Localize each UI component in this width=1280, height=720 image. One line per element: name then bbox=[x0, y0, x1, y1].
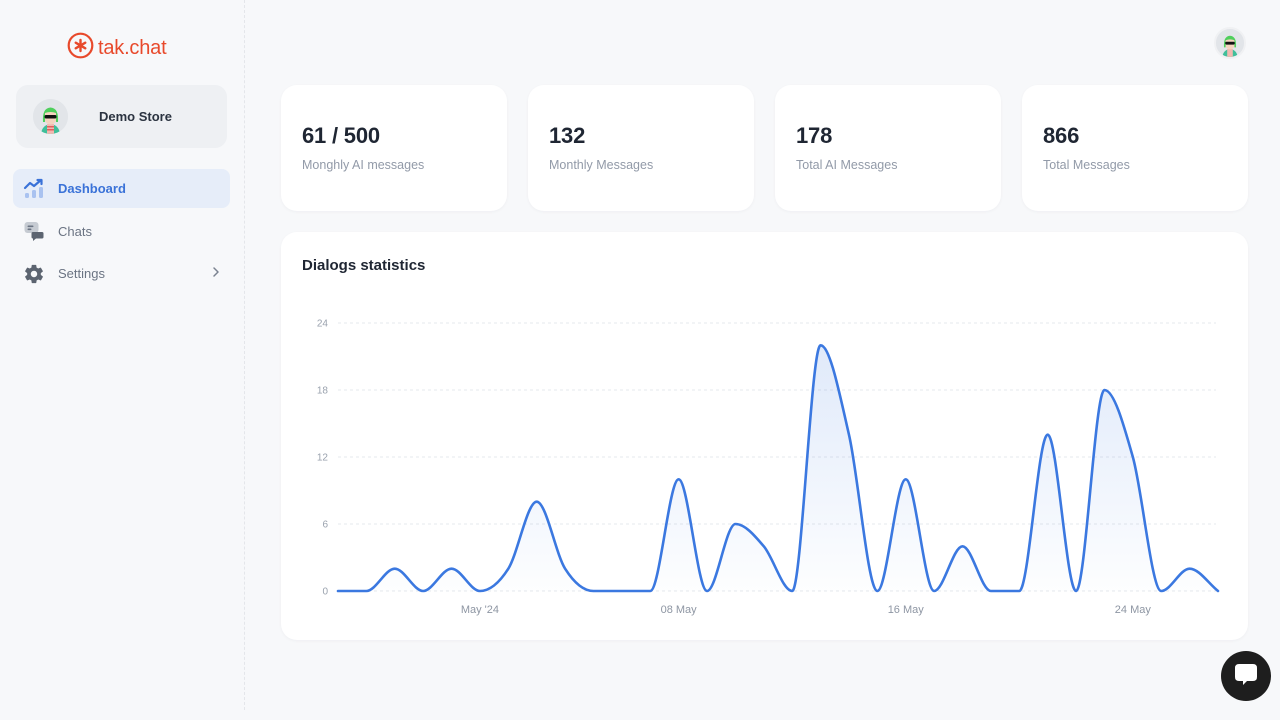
sidebar-item-dashboard[interactable]: Dashboard bbox=[13, 169, 230, 208]
data-point[interactable]: 29 Apr: 0 bbox=[420, 588, 426, 594]
sidebar-item-settings[interactable]: Settings bbox=[13, 254, 230, 293]
data-point[interactable]: 25 May: 0 bbox=[1158, 588, 1164, 594]
data-point[interactable]: 30 Apr: 2 bbox=[449, 566, 455, 572]
asterisk-circle-icon bbox=[67, 32, 94, 64]
data-point[interactable]: 03 May: 8 bbox=[534, 499, 540, 505]
x-tick-label: May '24 bbox=[461, 604, 499, 616]
data-point[interactable]: 23 May: 18 bbox=[1101, 387, 1107, 393]
chart-trend-icon bbox=[23, 178, 45, 200]
data-point[interactable]: 28 Apr: 2 bbox=[392, 566, 398, 572]
data-point[interactable]: 26 May: 2 bbox=[1187, 566, 1193, 572]
x-tick-label: 24 May bbox=[1115, 604, 1152, 616]
sidebar-nav: Dashboard Chats Settings bbox=[13, 169, 230, 297]
y-tick-label: 0 bbox=[322, 587, 328, 598]
y-tick-label: 6 bbox=[322, 520, 328, 531]
data-point[interactable]: 15 May: 0 bbox=[874, 588, 880, 594]
data-point[interactable]: 26 Apr: 0 bbox=[335, 588, 341, 594]
x-tick-label: 16 May bbox=[888, 604, 925, 616]
store-name: Demo Store bbox=[99, 109, 172, 124]
sidebar-item-label: Dashboard bbox=[58, 181, 126, 196]
dialogs-chart: 0 6 12 18 24 May '24 08 May 16 May 24 May 26 Ap… bbox=[317, 319, 1221, 616]
chart-title: Dialogs statistics bbox=[302, 257, 426, 274]
data-point[interactable]: 12 May: 0 bbox=[789, 588, 795, 594]
stat-value: 61 / 500 bbox=[302, 123, 380, 148]
y-tick-label: 18 bbox=[317, 386, 329, 397]
stat-card-monthly-messages: 132 Monthly Messages bbox=[528, 85, 754, 211]
data-point[interactable]: 11 May: 4 bbox=[761, 543, 767, 549]
series-area bbox=[338, 345, 1218, 591]
data-point[interactable]: 27 Apr: 0 bbox=[363, 588, 369, 594]
data-point[interactable]: 05 May: 0 bbox=[590, 588, 596, 594]
y-tick-label: 12 bbox=[317, 453, 329, 464]
dialogs-statistics-card: 0 6 12 18 24 May '24 08 May 16 May 24 May 26 Ap… bbox=[281, 232, 1248, 640]
data-point[interactable]: 09 May: 0 bbox=[704, 588, 710, 594]
data-point[interactable]: 08 May: 10 bbox=[676, 476, 682, 482]
data-point[interactable]: 20 May: 0 bbox=[1016, 588, 1022, 594]
data-point[interactable]: 22 May: 0 bbox=[1073, 588, 1079, 594]
data-point[interactable]: 10 May: 6 bbox=[732, 521, 738, 527]
stat-label: Total AI Messages bbox=[796, 158, 898, 172]
chevron-right-icon bbox=[212, 266, 220, 281]
sidebar-item-chats[interactable]: Chats bbox=[13, 212, 230, 251]
x-tick-label: 08 May bbox=[661, 604, 698, 616]
data-point[interactable]: 04 May: 2 bbox=[562, 566, 568, 572]
data-point[interactable]: 01 May: 0 bbox=[477, 588, 483, 594]
data-point[interactable]: 07 May: 0 bbox=[647, 588, 653, 594]
data-point[interactable]: 27 May: 0 bbox=[1215, 588, 1221, 594]
chat-widget-button[interactable] bbox=[1221, 651, 1271, 701]
gear-icon bbox=[23, 263, 45, 285]
stat-card-monthly-ai-messages: 61 / 500 Monghly AI messages bbox=[281, 85, 507, 211]
chat-bubble-icon bbox=[1233, 661, 1259, 692]
y-tick-label: 24 bbox=[317, 319, 329, 330]
brand-name: tak.chat bbox=[98, 36, 167, 59]
stat-value: 132 bbox=[549, 123, 586, 148]
data-point[interactable]: 21 May: 14 bbox=[1045, 432, 1051, 438]
stat-card-total-ai-messages: 178 Total AI Messages bbox=[775, 85, 1001, 211]
stat-value: 178 bbox=[796, 123, 833, 148]
brand-logo[interactable]: tak.chat bbox=[67, 32, 167, 64]
store-switcher[interactable]: Demo Store bbox=[16, 85, 227, 148]
data-point[interactable]: 06 May: 0 bbox=[619, 588, 625, 594]
chat-bubbles-icon bbox=[23, 220, 45, 242]
data-point[interactable]: 24 May: 12 bbox=[1130, 454, 1136, 460]
stat-value: 866 bbox=[1043, 123, 1080, 148]
data-point[interactable]: 19 May: 0 bbox=[988, 588, 994, 594]
data-point[interactable]: 17 May: 0 bbox=[931, 588, 937, 594]
stat-label: Total Messages bbox=[1043, 158, 1130, 172]
data-point[interactable]: 16 May: 10 bbox=[903, 476, 909, 482]
sidebar-item-label: Settings bbox=[58, 266, 105, 281]
sidebar-item-label: Chats bbox=[58, 223, 92, 239]
data-point[interactable]: 13 May: 22 bbox=[818, 342, 824, 348]
user-avatar bbox=[33, 99, 68, 134]
data-point[interactable]: 02 May: 2 bbox=[505, 566, 511, 572]
profile-avatar-button[interactable] bbox=[1214, 27, 1246, 59]
stat-label: Monthly Messages bbox=[549, 158, 654, 172]
stat-card-total-messages: 866 Total Messages bbox=[1022, 85, 1248, 211]
data-point[interactable]: 18 May: 4 bbox=[960, 543, 966, 549]
stat-label: Monghly AI messages bbox=[302, 158, 425, 172]
data-point[interactable]: 14 May: 14 bbox=[846, 432, 852, 438]
user-avatar bbox=[1216, 29, 1244, 57]
sidebar: tak.chat Demo Store Dashboard Chats Sett… bbox=[0, 0, 245, 710]
